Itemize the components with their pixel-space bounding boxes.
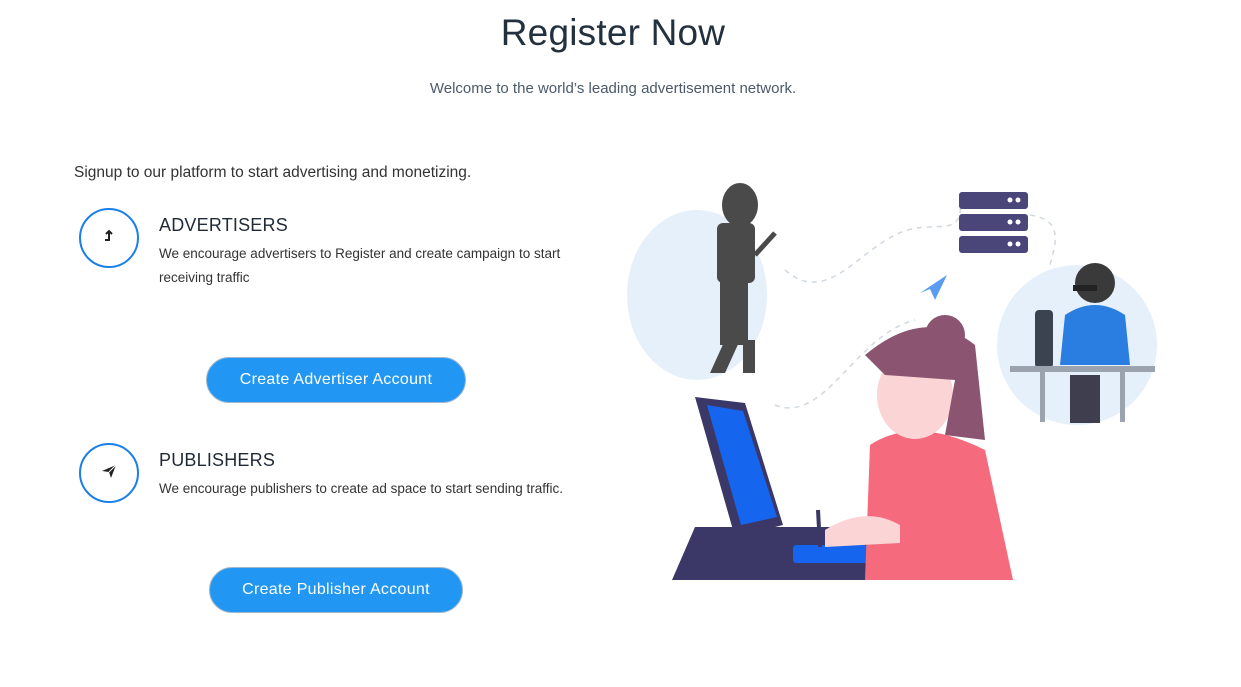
intro-text: Signup to our platform to start advertis… (74, 164, 472, 181)
publishers-description: We encourage publishers to create ad spa… (159, 481, 563, 496)
working-woman-figure (816, 315, 1013, 580)
server-stack-illustration (959, 192, 1028, 253)
advertisers-icon-circle (79, 208, 139, 268)
create-advertiser-account-button[interactable]: Create Advertiser Account (206, 357, 466, 403)
paper-plane-icon (100, 462, 118, 485)
advertisers-heading: ADVERTISERS (159, 215, 288, 235)
page-title: Register Now (500, 12, 726, 53)
publishers-heading: PUBLISHERS (159, 450, 276, 470)
hero-illustration (625, 175, 1165, 590)
create-publisher-account-button[interactable]: Create Publisher Account (209, 567, 463, 613)
advertisers-description: We encourage advertisers to Register and… (159, 246, 561, 285)
publishers-icon-circle (79, 443, 139, 503)
page-subtitle: Welcome to the world’s leading advertise… (429, 80, 797, 97)
arrow-up-right-icon (101, 228, 117, 249)
